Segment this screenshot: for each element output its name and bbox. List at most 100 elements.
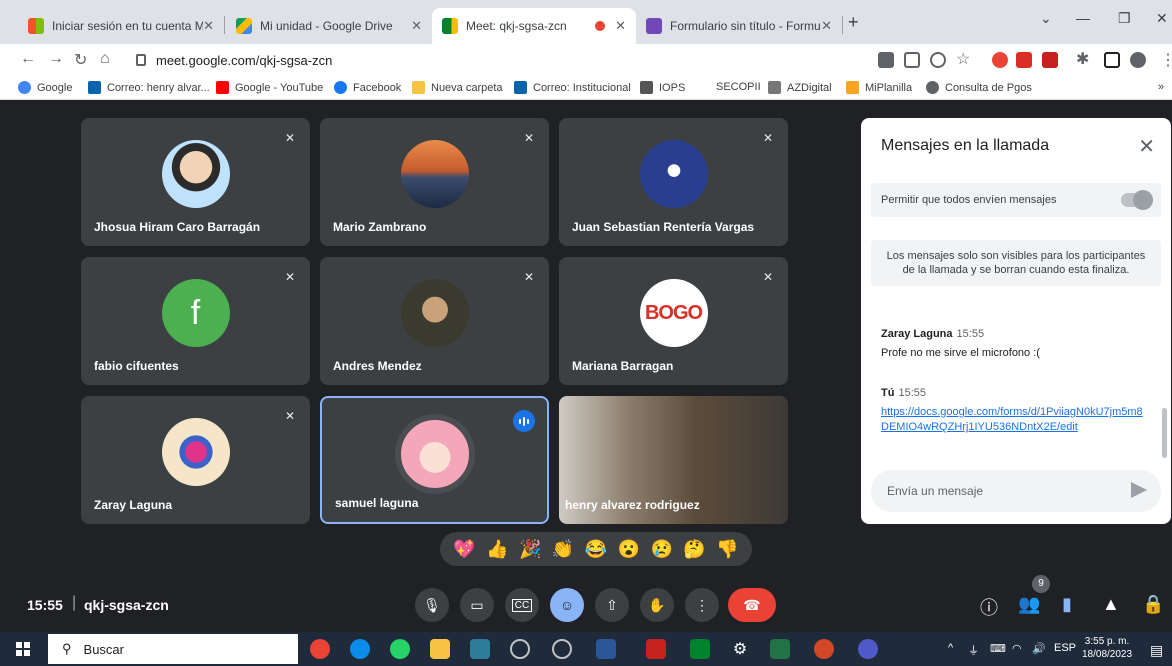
camera-button[interactable]: ▭ — [460, 588, 494, 622]
reload-icon[interactable]: ↻ — [74, 50, 87, 70]
store-app-icon[interactable] — [470, 639, 490, 659]
extensions-puzzle-icon[interactable]: ✱ — [1076, 49, 1089, 69]
tab-microsoft-login[interactable]: Iniciar sesión en tu cuenta Micro ✕ — [18, 8, 224, 44]
bookmark-azdigital[interactable]: AZDigital — [768, 81, 832, 94]
raise-hand-button[interactable]: ✋ — [640, 588, 674, 622]
chat-icon[interactable]: ▮ — [1062, 594, 1072, 615]
reaction-clap[interactable]: 👏 — [552, 540, 574, 558]
tab-meet[interactable]: Meet: qkj-sgsa-zcn ✕ — [432, 8, 636, 44]
share-icon[interactable] — [930, 52, 946, 68]
participant-tile[interactable]: ✕ Zaray Laguna — [81, 396, 310, 524]
tab-search-chevron-icon[interactable]: ⌄ — [1040, 10, 1052, 27]
tab-close-icon[interactable]: ✕ — [615, 18, 626, 34]
tray-wifi-icon[interactable]: ◠ — [1012, 642, 1022, 655]
tray-keyboard-icon[interactable]: ⌨ — [990, 642, 1006, 655]
present-button[interactable]: ⇧ — [595, 588, 629, 622]
address-bar[interactable]: meet.google.com/qkj-sgsa-zcn — [124, 47, 859, 73]
bookmark-folder[interactable]: Nueva carpeta — [412, 81, 503, 94]
participant-tile[interactable]: ✕ Mario Zambrano — [320, 118, 549, 246]
edge-app-icon[interactable] — [350, 639, 370, 659]
participant-tile[interactable]: ✕ Juan Sebastian Rentería Vargas — [559, 118, 788, 246]
bookmark-facebook[interactable]: Facebook — [334, 81, 401, 94]
message-input[interactable]: Envía un mensaje — [871, 470, 1161, 512]
settings-gear-icon[interactable]: ⚙ — [730, 639, 750, 659]
restore-icon[interactable]: ❐ — [1118, 10, 1131, 27]
reaction-thinking[interactable]: 🤔 — [683, 540, 705, 558]
tray-usb-icon[interactable]: ⏚ — [968, 642, 979, 658]
captions-button[interactable]: CC — [505, 588, 539, 622]
tab-close-icon[interactable]: ✕ — [203, 18, 214, 34]
bookmark-consulta[interactable]: Consulta de Pgos — [926, 81, 1032, 94]
window-close-icon[interactable]: ✕ — [1156, 10, 1168, 27]
tray-chevron-icon[interactable]: ^ — [948, 642, 953, 654]
info-icon[interactable]: ⓘ — [980, 594, 998, 620]
word-app-icon[interactable] — [596, 639, 616, 659]
file-explorer-icon[interactable] — [430, 639, 450, 659]
reaction-laugh[interactable]: 😂 — [585, 540, 607, 558]
taskbar-search[interactable]: ⚲ Buscar — [48, 634, 298, 664]
taskbar-clock[interactable]: 3:55 p. m. 18/08/2023 — [1082, 635, 1132, 661]
bookmark-miplanilla[interactable]: MiPlanilla — [846, 81, 912, 94]
whatsapp-app-icon[interactable] — [390, 639, 410, 659]
participant-tile[interactable]: ✕ Andres Mendez — [320, 257, 549, 385]
participant-video-tile[interactable]: henry alvarez rodriguez — [559, 396, 788, 524]
end-call-button[interactable]: ☎ — [728, 588, 776, 622]
bookmark-outlook-institucional[interactable]: Correo: Institucional — [514, 81, 631, 94]
reaction-sad[interactable]: 😢 — [650, 540, 672, 558]
chrome-app-icon-2[interactable] — [552, 639, 572, 659]
camera-indicator-icon[interactable] — [878, 52, 894, 68]
windows-start-icon[interactable] — [16, 642, 30, 656]
bookmark-outlook[interactable]: Correo: henry alvar... — [88, 81, 210, 94]
microphone-button[interactable]: 🎙 — [415, 588, 449, 622]
tab-close-icon[interactable]: ✕ — [821, 18, 832, 34]
reactions-button[interactable]: ☺ — [550, 588, 584, 622]
host-controls-icon[interactable]: 🔒 — [1142, 594, 1164, 615]
reaction-thumbs-up[interactable]: 👍 — [486, 540, 508, 558]
close-icon[interactable]: ✕ — [1138, 134, 1155, 159]
bookmark-star-icon[interactable]: ☆ — [956, 49, 970, 69]
opera-extension-icon[interactable] — [992, 52, 1008, 68]
meet-app-icon[interactable] — [690, 639, 710, 659]
form-link[interactable]: https://docs.google.com/forms/d/1PviiagN… — [881, 406, 1143, 433]
chrome-menu-icon[interactable]: ⋮ — [1160, 50, 1172, 70]
participant-tile-speaking[interactable]: samuel laguna — [320, 396, 549, 524]
teams-app-icon[interactable] — [858, 639, 878, 659]
more-bookmarks-icon[interactable]: » — [1158, 81, 1164, 93]
bookmark-google[interactable]: Google — [18, 81, 72, 94]
permit-messages-toggle[interactable] — [1121, 190, 1153, 210]
participant-tile[interactable]: BOGO ✕ Mariana Barragan — [559, 257, 788, 385]
reaction-party[interactable]: 🎉 — [519, 540, 541, 558]
new-tab-plus-icon[interactable]: + — [848, 12, 859, 33]
excel-app-icon[interactable] — [770, 639, 790, 659]
side-panel-icon[interactable] — [1104, 52, 1120, 68]
forward-arrow-icon[interactable]: → — [48, 50, 64, 68]
back-arrow-icon[interactable]: ← — [20, 50, 36, 68]
chat-scrollbar[interactable] — [1162, 408, 1167, 458]
pdf-extension-icon[interactable] — [1042, 52, 1058, 68]
media-extension-icon[interactable] — [1016, 52, 1032, 68]
bookmark-iops[interactable]: IOPS — [640, 81, 685, 94]
reaction-thumbs-down[interactable]: 👎 — [716, 540, 738, 558]
bookmark-secopii[interactable]: SECOPII — [716, 81, 761, 93]
notifications-icon[interactable]: ▤ — [1150, 642, 1163, 659]
activities-icon[interactable]: ▲ — [1102, 594, 1120, 615]
chrome-app-icon[interactable] — [510, 639, 530, 659]
profile-avatar[interactable] — [1130, 52, 1146, 68]
open-in-window-icon[interactable] — [904, 52, 920, 68]
more-options-button[interactable]: ⋮ — [685, 588, 719, 622]
tray-language[interactable]: ESP — [1054, 642, 1076, 654]
bookmark-youtube[interactable]: Google - YouTube — [216, 81, 323, 94]
tab-google-drive[interactable]: Mi unidad - Google Drive ✕ — [226, 8, 432, 44]
send-icon[interactable] — [1131, 482, 1147, 498]
participant-tile[interactable]: ✕ Jhosua Hiram Caro Barragán — [81, 118, 310, 246]
tray-volume-icon[interactable]: 🔊 — [1032, 642, 1046, 655]
powerpoint-app-icon[interactable] — [814, 639, 834, 659]
reaction-surprised[interactable]: 😮 — [618, 540, 640, 558]
acrobat-app-icon[interactable] — [646, 639, 666, 659]
reaction-heart[interactable]: 💖 — [453, 540, 475, 558]
minimize-icon[interactable]: — — [1076, 10, 1090, 26]
tab-close-icon[interactable]: ✕ — [411, 18, 422, 34]
people-icon[interactable]: 👥 — [1018, 594, 1040, 615]
opera-app-icon[interactable] — [310, 639, 330, 659]
home-icon[interactable]: ⌂ — [100, 50, 110, 68]
